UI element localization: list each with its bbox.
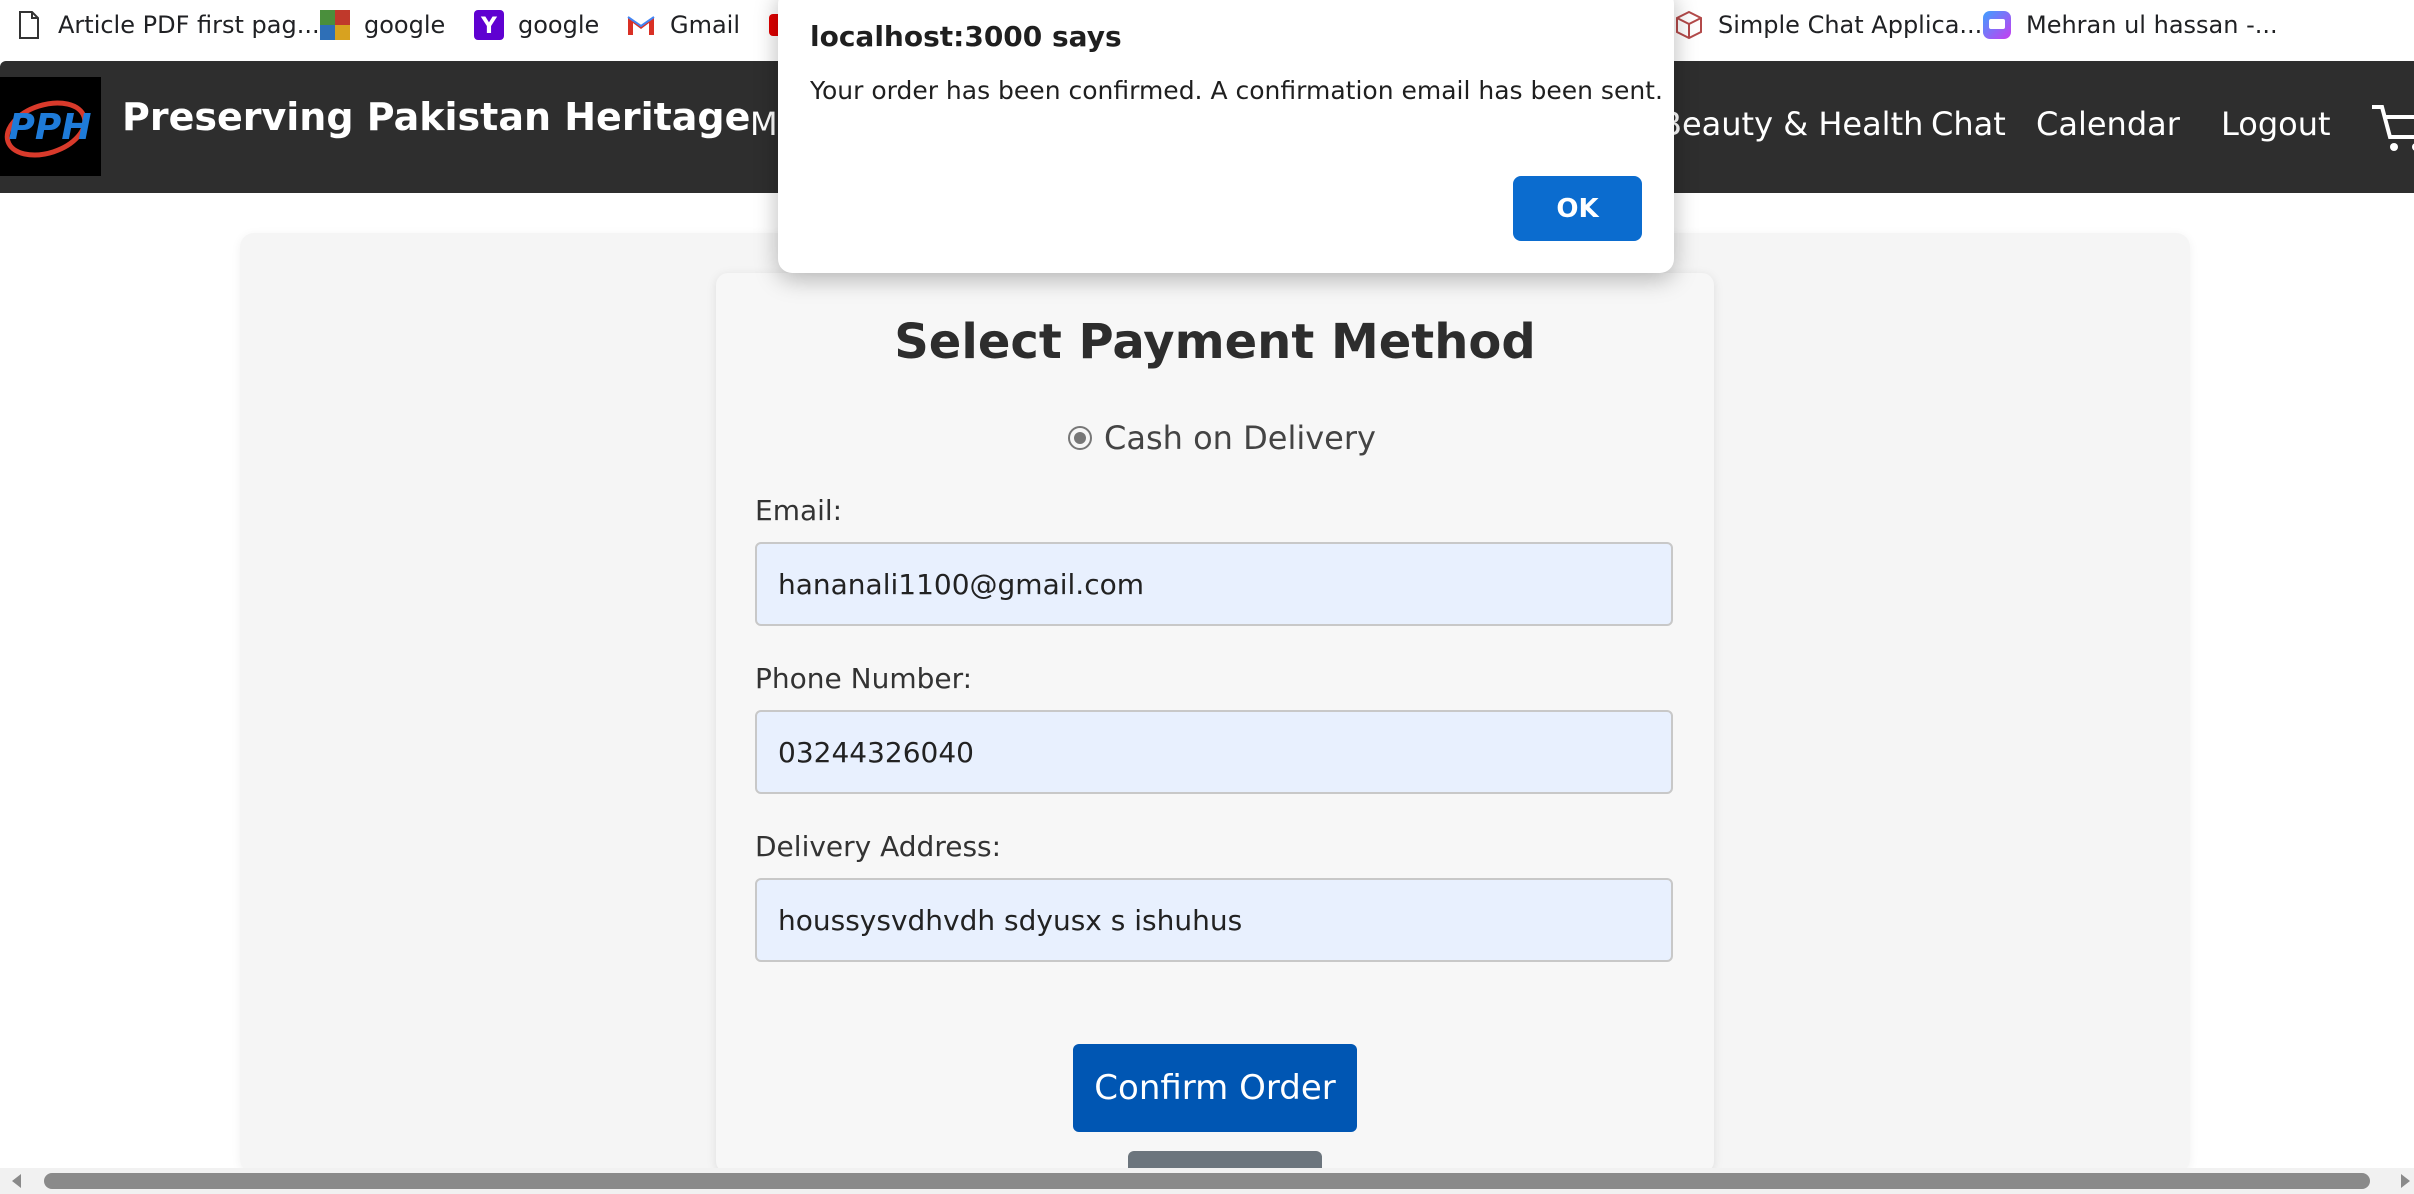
document-icon <box>14 10 44 40</box>
bookmark-google[interactable]: google <box>320 8 445 42</box>
bookmark-label: google <box>364 11 446 39</box>
nav-link-partial[interactable]: M <box>750 105 778 143</box>
payment-option-cod[interactable]: Cash on Delivery <box>1068 418 1376 458</box>
address-value: houssysvdhvdh sdyusx s ishuhus <box>778 903 1243 937</box>
bookmark-label: Mehran ul hassan -... <box>2026 11 2278 39</box>
phone-label: Phone Number: <box>755 662 973 695</box>
svg-text:Y: Y <box>480 14 498 39</box>
page-title: Select Payment Method <box>894 314 1536 370</box>
alert-dialog: localhost:3000 says Your order has been … <box>778 0 1674 273</box>
nav-link-calendar[interactable]: Calendar <box>2036 105 2180 143</box>
bookmark-google-yahoo[interactable]: Y google <box>474 8 599 42</box>
phone-value: 03244326040 <box>778 735 974 769</box>
bookmark-gmail[interactable]: Gmail <box>626 8 740 42</box>
dialog-ok-button[interactable]: OK <box>1513 176 1642 241</box>
address-field[interactable]: houssysvdhvdh sdyusx s ishuhus <box>755 878 1673 962</box>
bookmark-simple-chat[interactable]: Simple Chat Applica... <box>1674 8 1982 42</box>
cart-icon[interactable] <box>2370 97 2414 157</box>
phone-field[interactable]: 03244326040 <box>755 710 1673 794</box>
scroll-left-icon[interactable] <box>12 1174 21 1188</box>
pph-logo[interactable]: PPH <box>0 77 101 176</box>
scrollbar-thumb[interactable] <box>44 1173 2370 1189</box>
email-label: Email: <box>755 494 843 527</box>
chat-app-icon <box>1982 10 2012 40</box>
bookmark-label: Gmail <box>670 11 741 39</box>
bookmark-label: google <box>518 11 600 39</box>
dialog-message: Your order has been confirmed. A confirm… <box>810 76 1663 105</box>
brand-title[interactable]: Preserving Pakistan Heritage <box>122 95 750 139</box>
dialog-title: localhost:3000 says <box>810 20 1122 53</box>
package-icon <box>1674 10 1704 40</box>
yahoo-icon: Y <box>474 10 504 40</box>
email-field[interactable]: hananali1100@gmail.com <box>755 542 1673 626</box>
nav-link-beauty-health[interactable]: Beauty & Health <box>1660 105 1923 143</box>
scroll-right-icon[interactable] <box>2401 1174 2410 1188</box>
address-label: Delivery Address: <box>755 830 1002 863</box>
radio-selected-icon[interactable] <box>1068 426 1092 450</box>
bookmark-mehran[interactable]: Mehran ul hassan -... <box>1982 8 2278 42</box>
nav-link-logout[interactable]: Logout <box>2221 105 2331 143</box>
gmail-icon <box>626 10 656 40</box>
bookmark-label: Article PDF first pag... <box>58 11 320 39</box>
nav-link-chat[interactable]: Chat <box>1931 105 2006 143</box>
horizontal-scrollbar[interactable] <box>0 1168 2414 1194</box>
svg-text:PPH: PPH <box>9 107 92 148</box>
confirm-order-button[interactable]: Confirm Order <box>1073 1044 1357 1132</box>
payment-option-label: Cash on Delivery <box>1104 419 1376 457</box>
bookmark-article-pdf[interactable]: Article PDF first pag... <box>14 8 320 42</box>
email-value: hananali1100@gmail.com <box>778 567 1144 601</box>
google-mosaic-icon <box>320 10 350 40</box>
bookmark-label: Simple Chat Applica... <box>1718 11 1983 39</box>
